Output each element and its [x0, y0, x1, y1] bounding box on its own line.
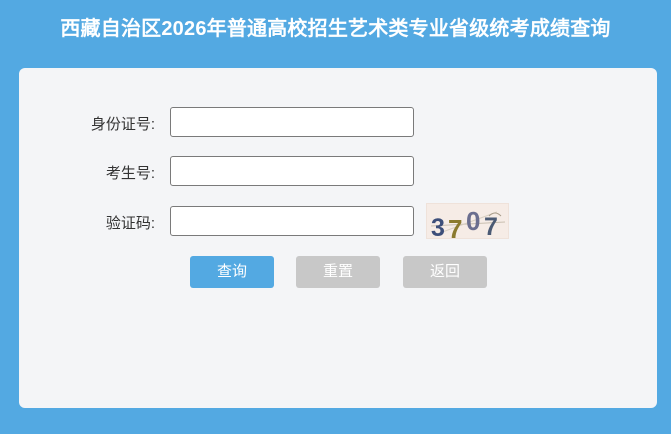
reset-button[interactable]: 重置 — [296, 256, 380, 288]
exam-number-row: 考生号: — [19, 156, 657, 186]
page-title: 西藏自治区2026年普通高校招生艺术类专业省级统考成绩查询 — [60, 18, 611, 40]
captcha-label: 验证码: — [105, 215, 155, 232]
captcha-char: 3 — [431, 214, 445, 239]
captcha-graphic: 3 7 0 7 — [427, 204, 508, 239]
exam-number-input[interactable] — [170, 156, 414, 186]
captcha-image[interactable]: 3 7 0 7 — [426, 203, 509, 239]
captcha-char: 0 — [466, 206, 480, 236]
captcha-input[interactable] — [170, 206, 414, 236]
captcha-char: 7 — [484, 213, 498, 239]
back-button[interactable]: 返回 — [403, 256, 487, 288]
query-button[interactable]: 查询 — [190, 256, 274, 288]
id-number-label: 身份证号: — [90, 116, 155, 133]
captcha-row: 验证码: 3 7 0 7 — [19, 203, 657, 239]
id-number-row: 身份证号: — [19, 107, 657, 137]
exam-number-label: 考生号: — [105, 165, 155, 182]
id-number-input[interactable] — [170, 107, 414, 137]
captcha-char: 7 — [448, 214, 462, 239]
page: 西藏自治区2026年普通高校招生艺术类专业省级统考成绩查询 身份证号: 考生号:… — [0, 0, 671, 434]
query-form-card: 身份证号: 考生号: 验证码: 3 7 0 7 查询 重置 返回 — [19, 68, 657, 408]
